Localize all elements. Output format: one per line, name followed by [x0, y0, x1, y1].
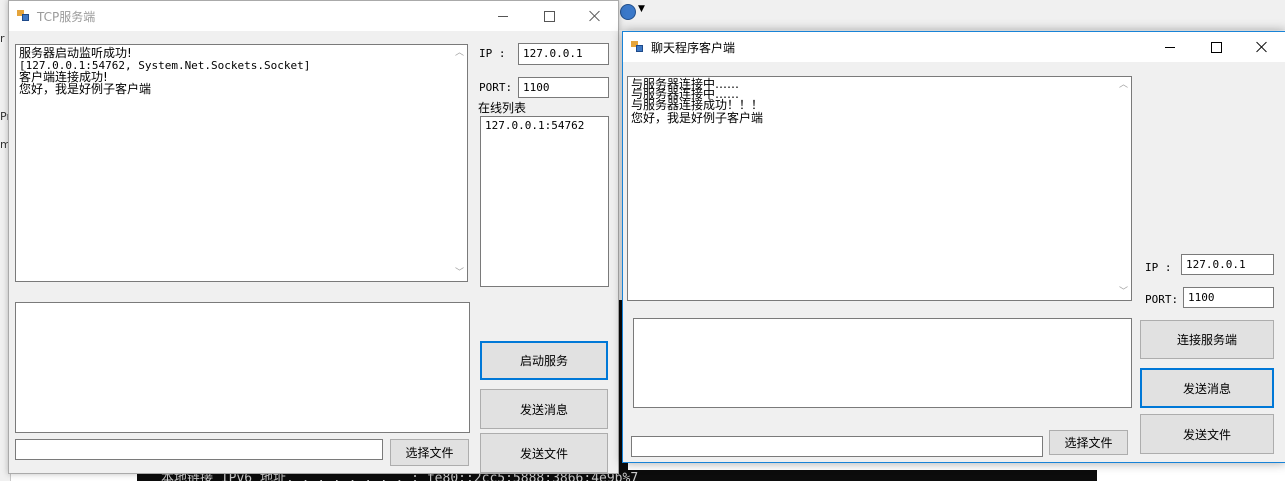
close-button[interactable] [572, 1, 618, 31]
minimize-button[interactable] [1147, 32, 1193, 62]
scroll-up-icon[interactable]: ︿ [455, 49, 464, 58]
ip-input[interactable]: 127.0.0.1 [1181, 254, 1274, 275]
ip-label: IP : [1145, 261, 1172, 274]
log-line: 您好，我是好例子客户端 [631, 111, 764, 125]
client-log-textbox[interactable]: 与服务器连接中…… 与服务器连接中…… 与服务器连接成功！！！ 您好，我是好例子… [627, 76, 1132, 301]
log-scrollbar[interactable]: ︿ ﹀ [451, 45, 467, 281]
background-fragment: r [0, 32, 5, 45]
minimize-button[interactable] [480, 1, 526, 31]
port-input[interactable]: 1100 [1183, 287, 1274, 308]
log-scrollbar[interactable]: ︿ ﹀ [1115, 77, 1131, 300]
close-icon [589, 10, 601, 22]
port-label: PORT: [1145, 293, 1179, 306]
background-toolbar: ▼ [618, 0, 1285, 30]
client-window-title: 聊天程序客户端 [651, 41, 736, 55]
globe-icon [620, 4, 636, 20]
maximize-button[interactable] [1193, 32, 1239, 62]
scroll-up-icon[interactable]: ︿ [1119, 81, 1128, 90]
log-line: 您好，我是好例子客户端 [19, 82, 152, 96]
server-message-input[interactable] [15, 302, 470, 433]
ip-value: 127.0.0.1 [1186, 258, 1246, 271]
scroll-down-icon[interactable]: ﹀ [1119, 288, 1128, 297]
maximize-icon [1210, 41, 1222, 53]
client-title-bar[interactable]: 聊天程序客户端 [623, 32, 1285, 62]
online-list-item[interactable]: 127.0.0.1:54762 [485, 119, 584, 132]
log-line: 与服务器连接成功！！！ [631, 98, 764, 112]
minimize-icon [498, 15, 508, 17]
server-title-bar[interactable]: TCP服务端 [9, 1, 618, 31]
client-send-file-button[interactable]: 发送文件 [1140, 414, 1274, 454]
client-send-message-button[interactable]: 发送消息 [1140, 368, 1274, 408]
port-value: 1100 [523, 81, 550, 94]
server-send-file-button[interactable]: 发送文件 [480, 433, 608, 473]
server-choose-file-button[interactable]: 选择文件 [390, 439, 469, 466]
online-list[interactable]: 127.0.0.1:54762 [480, 116, 609, 287]
maximize-icon [543, 10, 555, 22]
start-service-button[interactable]: 启动服务 [480, 341, 608, 380]
ip-input[interactable]: 127.0.0.1 [518, 43, 609, 65]
close-button[interactable] [1239, 32, 1285, 62]
server-send-message-button[interactable]: 发送消息 [480, 389, 608, 429]
maximize-button[interactable] [526, 1, 572, 31]
client-window: 聊天程序客户端 与服务器连接中…… 与服务器连接中…… 与服务器连接成功！！！ … [622, 31, 1285, 463]
client-file-path-input[interactable] [631, 436, 1043, 457]
scroll-down-icon[interactable]: ﹀ [455, 269, 464, 278]
ip-label: IP : [479, 47, 506, 60]
server-window: TCP服务端 服务器启动监听成功! [127.0.0.1:54762, Syst… [8, 0, 619, 474]
minimize-icon [1165, 46, 1175, 48]
ip-value: 127.0.0.1 [523, 47, 583, 60]
connect-server-button[interactable]: 连接服务端 [1140, 320, 1274, 359]
client-choose-file-button[interactable]: 选择文件 [1049, 430, 1128, 455]
app-icon [17, 10, 29, 21]
online-list-label: 在线列表 [478, 101, 527, 115]
app-icon [631, 41, 643, 52]
port-input[interactable]: 1100 [518, 77, 609, 98]
server-file-path-input[interactable] [15, 439, 383, 460]
server-window-title: TCP服务端 [37, 10, 96, 24]
close-icon [1256, 41, 1268, 53]
dropdown-caret-icon: ▼ [638, 4, 645, 14]
client-message-input[interactable] [633, 318, 1132, 408]
server-log-textbox[interactable]: 服务器启动监听成功! [127.0.0.1:54762, System.Net.… [15, 44, 468, 282]
port-value: 1100 [1188, 291, 1215, 304]
port-label: PORT: [479, 81, 513, 94]
